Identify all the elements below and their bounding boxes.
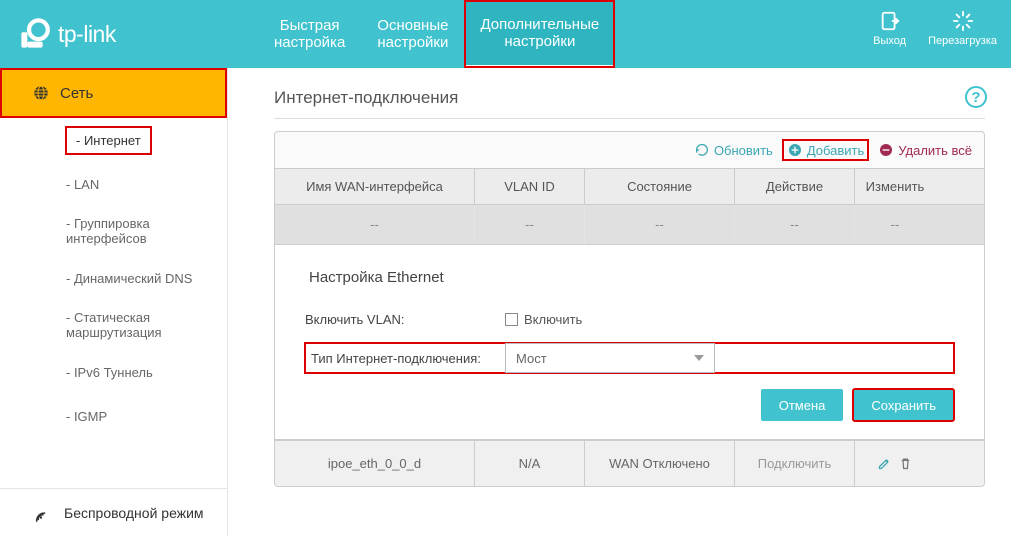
reboot-button[interactable]: Перезагрузка — [928, 10, 997, 47]
wifi-icon — [32, 504, 50, 522]
sidebar-item-lan[interactable]: - LAN — [0, 162, 227, 206]
tplink-logo-icon — [18, 17, 52, 51]
logout-icon — [879, 10, 901, 32]
col-edit: Изменить — [855, 169, 935, 204]
table-row: ipoe_eth_0_0_d N/A WAN Отключено Подключ… — [275, 440, 984, 486]
sidebar-item-wireless[interactable]: Беспроводной режим — [0, 488, 227, 536]
header-actions: Выход Перезагрузка — [873, 10, 997, 47]
layout: Сеть - Интернет - LAN - Группировка инте… — [0, 68, 1011, 536]
top-tabs: Быстрая настройка Основные настройки Доп… — [258, 0, 615, 68]
form-title: Настройка Ethernet — [309, 269, 954, 286]
sidebar-item-ddns[interactable]: - Динамический DNS — [0, 256, 227, 300]
cancel-button[interactable]: Отмена — [761, 389, 844, 421]
refresh-button[interactable]: Обновить — [694, 142, 773, 158]
sidebar-wireless-label: Беспроводной режим — [64, 505, 204, 521]
vlan-checkbox-label: Включить — [524, 312, 582, 327]
label-enable-vlan: Включить VLAN: — [305, 312, 505, 327]
col-vlan-id: VLAN ID — [475, 169, 585, 204]
ethernet-form: Настройка Ethernet Включить VLAN: Включи… — [274, 245, 985, 440]
sidebar-group-label: Сеть — [60, 85, 93, 102]
cell-vlan-id: N/A — [475, 441, 585, 486]
row-conn-type: Тип Интернет-подключения: Мост — [305, 343, 954, 373]
conn-type-value: Мост — [516, 351, 547, 366]
globe-icon — [32, 84, 50, 102]
logout-button[interactable]: Выход — [873, 10, 906, 47]
header: tp-link Быстрая настройка Основные настр… — [0, 0, 1011, 68]
add-button[interactable]: Добавить — [783, 140, 868, 160]
table-header: Имя WAN-интерфейса VLAN ID Состояние Дей… — [275, 168, 984, 205]
trash-icon[interactable] — [898, 456, 913, 471]
cell-action: Подключить — [735, 441, 855, 486]
tab-basic[interactable]: Основные настройки — [361, 0, 464, 68]
page-title: Интернет-подключения — [274, 88, 985, 119]
label-conn-type: Тип Интернет-подключения: — [305, 345, 505, 372]
connections-panel: Обновить Добавить Удалить всё Имя WAN-ин… — [274, 131, 985, 487]
delete-all-button[interactable]: Удалить всё — [878, 142, 972, 158]
connect-button[interactable]: Подключить — [750, 453, 840, 474]
col-wan-name: Имя WAN-интерфейса — [275, 169, 475, 204]
plus-circle-icon — [787, 142, 803, 158]
reboot-label: Перезагрузка — [928, 35, 997, 47]
row-enable-vlan: Включить VLAN: Включить — [305, 312, 954, 327]
sidebar-item-static-routing[interactable]: - Статическая маршрутизация — [0, 300, 227, 350]
form-buttons: Отмена Сохранить — [305, 389, 954, 421]
sidebar-item-interface-grouping[interactable]: - Группировка интерфейсов — [0, 206, 227, 256]
edit-icon[interactable] — [877, 456, 892, 471]
conn-type-select[interactable]: Мост — [505, 343, 715, 373]
minus-circle-icon — [878, 142, 894, 158]
vlan-checkbox-wrap[interactable]: Включить — [505, 312, 582, 327]
cell-wan-name: ipoe_eth_0_0_d — [275, 441, 475, 486]
content: ? Интернет-подключения Обновить Добавить… — [228, 68, 1011, 536]
sidebar-group-network[interactable]: Сеть — [0, 68, 227, 118]
tab-quick-setup[interactable]: Быстрая настройка — [258, 0, 361, 68]
cell-state: WAN Отключено — [585, 441, 735, 486]
reboot-icon — [952, 10, 974, 32]
sidebar-item-ipv6-tunnel[interactable]: - IPv6 Туннель — [0, 350, 227, 394]
sidebar-item-igmp[interactable]: - IGMP — [0, 394, 227, 438]
cell-edit — [855, 441, 935, 486]
logout-label: Выход — [873, 35, 906, 47]
vlan-checkbox[interactable] — [505, 313, 518, 326]
refresh-icon — [694, 142, 710, 158]
col-action: Действие — [735, 169, 855, 204]
col-state: Состояние — [585, 169, 735, 204]
help-button[interactable]: ? — [965, 86, 987, 108]
panel-actions: Обновить Добавить Удалить всё — [275, 132, 984, 168]
tab-advanced[interactable]: Дополнительные настройки — [464, 0, 615, 68]
sidebar: Сеть - Интернет - LAN - Группировка инте… — [0, 68, 228, 536]
chevron-down-icon — [694, 355, 704, 361]
logo-text: tp-link — [58, 21, 116, 48]
sidebar-item-internet[interactable]: - Интернет — [0, 118, 227, 162]
save-button[interactable]: Сохранить — [853, 389, 954, 421]
logo: tp-link — [18, 17, 228, 51]
table-row-placeholder: -- -- -- -- -- — [275, 205, 984, 245]
